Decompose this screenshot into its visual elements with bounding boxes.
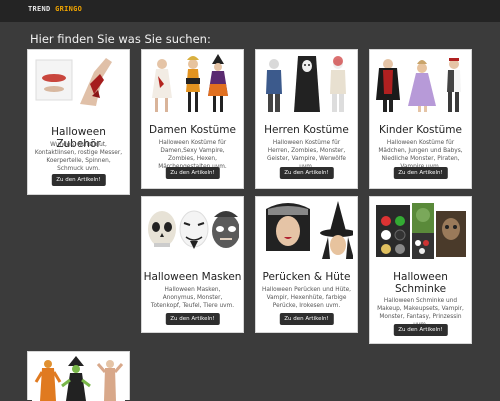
category-card-peruecken[interactable]: Perücken & Hüte Halloween Perücken und H… <box>255 196 358 333</box>
category-title: Herren Kostüme <box>264 124 349 136</box>
zu-den-artikeln-button[interactable]: Zu den Artikeln! <box>279 313 334 325</box>
category-card-schminke[interactable]: Halloween Schminke Halloween Schminke und… <box>369 196 472 344</box>
category-title: Halloween Masken <box>143 271 242 283</box>
category-description: Halloween Masken, Anonymus, Monster, Tot… <box>150 287 235 309</box>
category-card-damen[interactable]: Damen Kostüme Halloween Kostüme für Dame… <box>141 49 244 189</box>
category-title: Perücken & Hüte <box>262 271 351 283</box>
category-image <box>260 54 353 114</box>
zu-den-artikeln-button[interactable]: Zu den Artikeln! <box>51 174 106 186</box>
page-heading: Hier finden Sie was Sie suchen: <box>30 32 211 46</box>
category-image <box>32 54 125 114</box>
zu-den-artikeln-button[interactable]: Zu den Artikeln! <box>393 324 448 336</box>
top-navbar: TREND GRINGO <box>0 0 500 22</box>
zu-den-artikeln-button[interactable]: Zu den Artikeln! <box>393 167 448 179</box>
category-card-masken[interactable]: Halloween Masken Halloween Masken, Anony… <box>141 196 244 333</box>
zu-den-artikeln-button[interactable]: Zu den Artikeln! <box>165 313 220 325</box>
category-image <box>374 54 467 114</box>
category-description: Halloween Perücken und Hüte, Vampir, Hex… <box>262 287 351 309</box>
brand-logo[interactable]: TREND GRINGO <box>28 5 82 13</box>
category-title: Kinder Kostüme <box>379 124 462 136</box>
category-title: Damen Kostüme <box>149 124 236 136</box>
zu-den-artikeln-button[interactable]: Zu den Artikeln! <box>165 167 220 179</box>
category-card-zubehoer[interactable]: Halloween Zubehör Wunden, Kunstblut, Kon… <box>27 49 130 195</box>
category-image <box>146 54 239 114</box>
category-image <box>374 201 467 261</box>
zu-den-artikeln-button[interactable]: Zu den Artikeln! <box>279 167 334 179</box>
category-title: Halloween Schminke <box>393 271 448 295</box>
category-image <box>146 201 239 261</box>
category-card-herren[interactable]: Herren Kostüme Halloween Kostüme für Her… <box>255 49 358 189</box>
category-image <box>32 356 125 401</box>
category-card-partial[interactable] <box>27 351 130 401</box>
category-image <box>260 201 353 261</box>
category-description: Wunden, Kunstblut, Kontaktlinsen, rostig… <box>34 142 123 172</box>
category-card-kinder[interactable]: Kinder Kostüme Halloween Kostüme für Mäd… <box>369 49 472 189</box>
